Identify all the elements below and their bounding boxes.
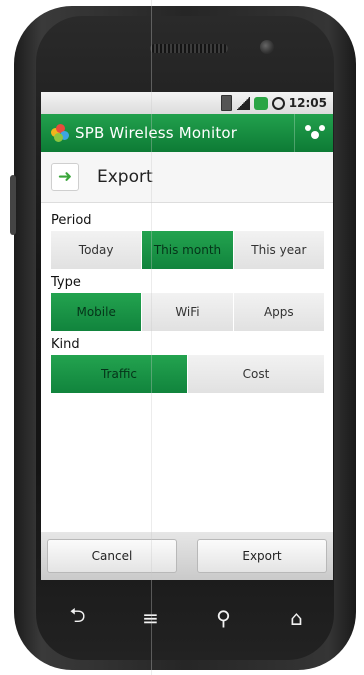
status-time: 12:05 — [288, 96, 327, 110]
battery-icon — [220, 95, 232, 111]
export-header: ➜ Export — [41, 152, 333, 203]
type-apps[interactable]: Apps — [233, 293, 325, 331]
home-icon[interactable]: ⌂ — [277, 606, 317, 630]
page-title: Export — [97, 167, 153, 187]
green-status-icon — [253, 96, 268, 110]
spb-logo-icon — [51, 124, 69, 142]
period-this-year[interactable]: This year — [233, 231, 325, 269]
volume-key — [10, 175, 16, 235]
search-icon[interactable]: ⚲ — [204, 606, 244, 630]
kind-label: Kind — [51, 337, 80, 352]
app-title: SPB Wireless Monitor — [75, 124, 238, 142]
bottom-button-bar: Cancel Export — [41, 532, 333, 580]
signal-icon — [235, 96, 250, 110]
kind-traffic[interactable]: Traffic — [51, 355, 188, 393]
period-selector: Today This month This year — [51, 231, 325, 269]
back-icon[interactable]: ⮌ — [58, 601, 98, 635]
type-label: Type — [51, 275, 81, 290]
screen: 12:05 SPB Wireless Monitor ➜ Export Peri… — [41, 92, 333, 580]
hardware-nav-keys: ⮌ ≡ ⚲ ⌂ — [41, 598, 333, 638]
arrow-right-icon: ➜ — [51, 163, 79, 191]
period-today[interactable]: Today — [51, 231, 143, 269]
type-wifi[interactable]: WiFi — [142, 293, 234, 331]
kind-selector: Traffic Cost — [51, 355, 325, 393]
type-mobile[interactable]: Mobile — [51, 293, 143, 331]
image-seam — [151, 0, 152, 675]
cancel-button[interactable]: Cancel — [47, 539, 177, 573]
app-title-bar: SPB Wireless Monitor — [41, 114, 333, 152]
network-icon[interactable] — [294, 114, 333, 152]
period-this-month[interactable]: This month — [142, 231, 234, 269]
kind-cost[interactable]: Cost — [188, 355, 325, 393]
alarm-icon — [271, 96, 285, 110]
type-selector: Mobile WiFi Apps — [51, 293, 325, 331]
period-label: Period — [51, 213, 92, 228]
status-bar: 12:05 — [41, 92, 333, 114]
export-button[interactable]: Export — [197, 539, 327, 573]
front-camera — [260, 40, 274, 54]
earpiece-speaker — [150, 44, 228, 53]
